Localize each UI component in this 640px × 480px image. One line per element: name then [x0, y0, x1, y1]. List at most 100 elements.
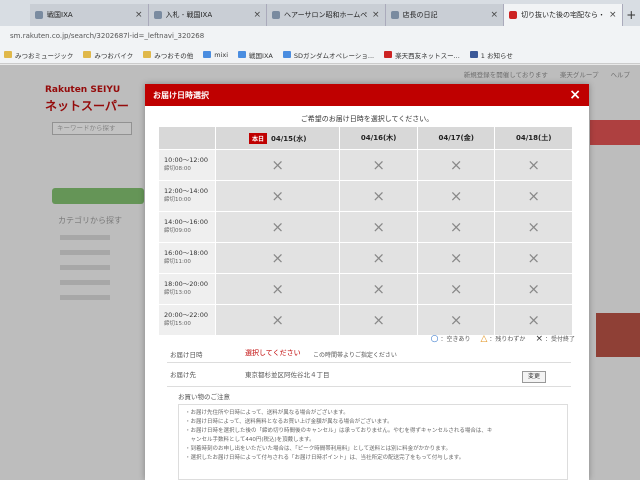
browser-tab[interactable]: 入札 - 戦国IXA ×: [148, 4, 268, 26]
browser-tab-active[interactable]: 切り抜いた後の宅配なら・楽天 ×: [504, 4, 623, 26]
modal-title: お届け日時選択: [153, 90, 209, 100]
close-tab-icon[interactable]: ×: [609, 10, 617, 20]
slot-row: 12:00〜14:00 締切10:00 × × × ×: [158, 180, 573, 212]
slot-time: 16:00〜18:00: [164, 249, 208, 257]
bookmark-item[interactable]: みつおミュージック: [4, 50, 73, 60]
slot-deadline: 締切11:00: [164, 259, 191, 265]
slot-cell-closed: ×: [214, 180, 341, 212]
slot-cell-closed: ×: [214, 304, 341, 336]
favicon-icon: [35, 11, 43, 19]
slot-cell-closed: ×: [214, 149, 341, 181]
delivery-address: 東京都杉並区阿佐谷北４丁目: [245, 371, 330, 379]
close-tab-icon[interactable]: ×: [253, 10, 261, 20]
slot-deadline: 締切13:00: [164, 290, 191, 296]
cross-icon: ×: [535, 334, 543, 344]
slot-row: 14:00〜16:00 締切09:00 × × × ×: [158, 211, 573, 243]
change-address-button[interactable]: 変更: [522, 371, 546, 383]
url-text[interactable]: sm.rakuten.co.jp/search/3202687l-id=_lef…: [10, 32, 204, 40]
new-tab-plus-icon[interactable]: +: [623, 4, 640, 26]
bookmark-label: 楽天西友ネットスー...: [395, 51, 460, 60]
grid-corner: [158, 126, 216, 150]
date-header: 04/16(木): [339, 126, 418, 150]
note-item: ・お届け日時を選択した後の「締め切り時間後のキャンセル」は承っておりません。やむ…: [185, 428, 493, 434]
slot-cell-closed: ×: [494, 149, 573, 181]
bookmark-label: 戦国IXA: [249, 51, 273, 60]
slot-cell-closed: ×: [494, 304, 573, 336]
slot-deadline: 締切09:00: [164, 228, 191, 234]
browser-tab[interactable]: 戦国IXA ×: [30, 4, 149, 26]
slot-time: 12:00〜14:00: [164, 187, 208, 195]
legend-few-left: △ ：残りわずか: [481, 334, 526, 344]
bookmark-item[interactable]: みつおバイク: [83, 50, 133, 60]
slot-cell-closed: ×: [494, 242, 573, 274]
slot-cell-closed: ×: [494, 180, 573, 212]
slot-cell-closed: ×: [416, 180, 496, 212]
slot-cell-closed: ×: [339, 273, 418, 305]
slot-cell-closed: ×: [339, 304, 418, 336]
circle-icon: ○: [430, 334, 439, 344]
favicon-icon: [153, 11, 162, 19]
time-slot-label: 12:00〜14:00 締切10:00: [158, 180, 216, 212]
slot-time: 10:00〜12:00: [164, 156, 208, 164]
close-icon[interactable]: ×: [569, 88, 581, 102]
bookmark-label: 1 お知らせ: [480, 51, 513, 60]
slot-deadline: 締切15:00: [164, 321, 191, 327]
slot-cell-closed: ×: [339, 149, 418, 181]
slot-cell-closed: ×: [214, 211, 341, 243]
bookmark-label: mixi: [214, 50, 229, 59]
bookmarks-bar: みつおミュージック みつおバイク みつおその他 mixi 戦国IXA SDガンダ…: [0, 46, 640, 64]
legend-label: ：残りわずか: [489, 336, 526, 343]
time-slot-label: 14:00〜16:00 締切09:00: [158, 211, 216, 243]
slot-deadline: 締切10:00: [164, 197, 191, 203]
date-header: 本日 04/15(水): [214, 126, 341, 150]
address-bar[interactable]: sm.rakuten.co.jp/search/3202687l-id=_lef…: [0, 26, 640, 46]
slot-cell-closed: ×: [214, 273, 341, 305]
delivery-time-modal: お届け日時選択 × ご希望のお届け日時を選択してください。 本日 04/15(水)…: [145, 84, 589, 480]
browser-tab[interactable]: ヘアーサロン昭和ホームページ ×: [267, 4, 386, 26]
slot-cell-closed: ×: [494, 273, 573, 305]
bookmark-item[interactable]: 戦国IXA: [238, 50, 273, 60]
rakuten-favicon-icon: [509, 11, 518, 19]
close-tab-icon[interactable]: ×: [491, 10, 499, 20]
slot-cell-closed: ×: [416, 273, 496, 305]
legend-label: ：受付終了: [544, 336, 575, 343]
tab-title: 戦国IXA: [47, 11, 73, 19]
legend-label: ：空きあり: [440, 336, 471, 343]
availability-legend: ○ ：空きあり △ ：残りわずか × ：受付終了: [431, 334, 575, 344]
slot-cell-closed: ×: [416, 211, 496, 243]
note-item: ・お届け日時によって、送料無料となるお買い上げ金額が異なる場合がございます。: [185, 419, 393, 425]
tab-title: 入札 - 戦国IXA: [165, 11, 213, 19]
slot-cell-closed: ×: [339, 211, 418, 243]
slot-cell-closed: ×: [416, 149, 496, 181]
note-item: ・お届け先住所や日時によって、送料が異なる場合がございます。: [185, 410, 349, 416]
browser-tab-bar: 戦国IXA × 入札 - 戦国IXA × ヘアーサロン昭和ホームページ × 店長…: [0, 0, 640, 26]
folder-icon: [143, 51, 152, 58]
bookmark-label: みつおバイク: [94, 51, 134, 60]
bookmark-item[interactable]: 楽天西友ネットスー...: [384, 50, 460, 60]
bookmark-label: SDガンダムオペレーショ...: [293, 51, 375, 60]
favicon-icon: [272, 11, 281, 19]
browser-tab[interactable]: 店長の日記 ×: [385, 4, 505, 26]
folder-icon: [4, 51, 12, 58]
slot-cell-closed: ×: [416, 242, 496, 274]
notes-box[interactable]: ・お届け先住所や日時によって、送料が異なる場合がございます。 ・お届け日時によっ…: [178, 404, 568, 480]
notes-title: お買い物のご注意: [178, 393, 230, 401]
divider: [167, 386, 571, 387]
slot-row: 20:00〜22:00 締切15:00 × × × ×: [158, 304, 573, 336]
note-item: ャンセル手数料として440円(税込)を頂戴します。: [185, 437, 315, 443]
date-label: 04/15(水): [270, 134, 307, 143]
close-tab-icon[interactable]: ×: [372, 10, 380, 20]
note-item: ・選択したお届け日時によって付与される「お届け日時ポイント」は、当社所定の配送完…: [185, 455, 465, 461]
bookmark-item[interactable]: 1 お知らせ: [469, 50, 513, 60]
tab-title: 切り抜いた後の宅配なら・楽天: [521, 11, 606, 19]
date-header: 04/17(金): [416, 126, 496, 150]
bookmark-item[interactable]: みつおその他: [143, 50, 193, 60]
folder-icon: [83, 51, 92, 58]
bookmark-item[interactable]: mixi: [203, 51, 228, 59]
legend-available: ○ ：空きあり: [431, 334, 471, 344]
tab-title: 店長の日記: [402, 11, 438, 19]
close-tab-icon[interactable]: ×: [135, 10, 143, 20]
slot-cell-closed: ×: [416, 304, 496, 336]
bookmark-item[interactable]: SDガンダムオペレーショ...: [282, 50, 375, 60]
slot-time: 14:00〜16:00: [164, 218, 208, 226]
